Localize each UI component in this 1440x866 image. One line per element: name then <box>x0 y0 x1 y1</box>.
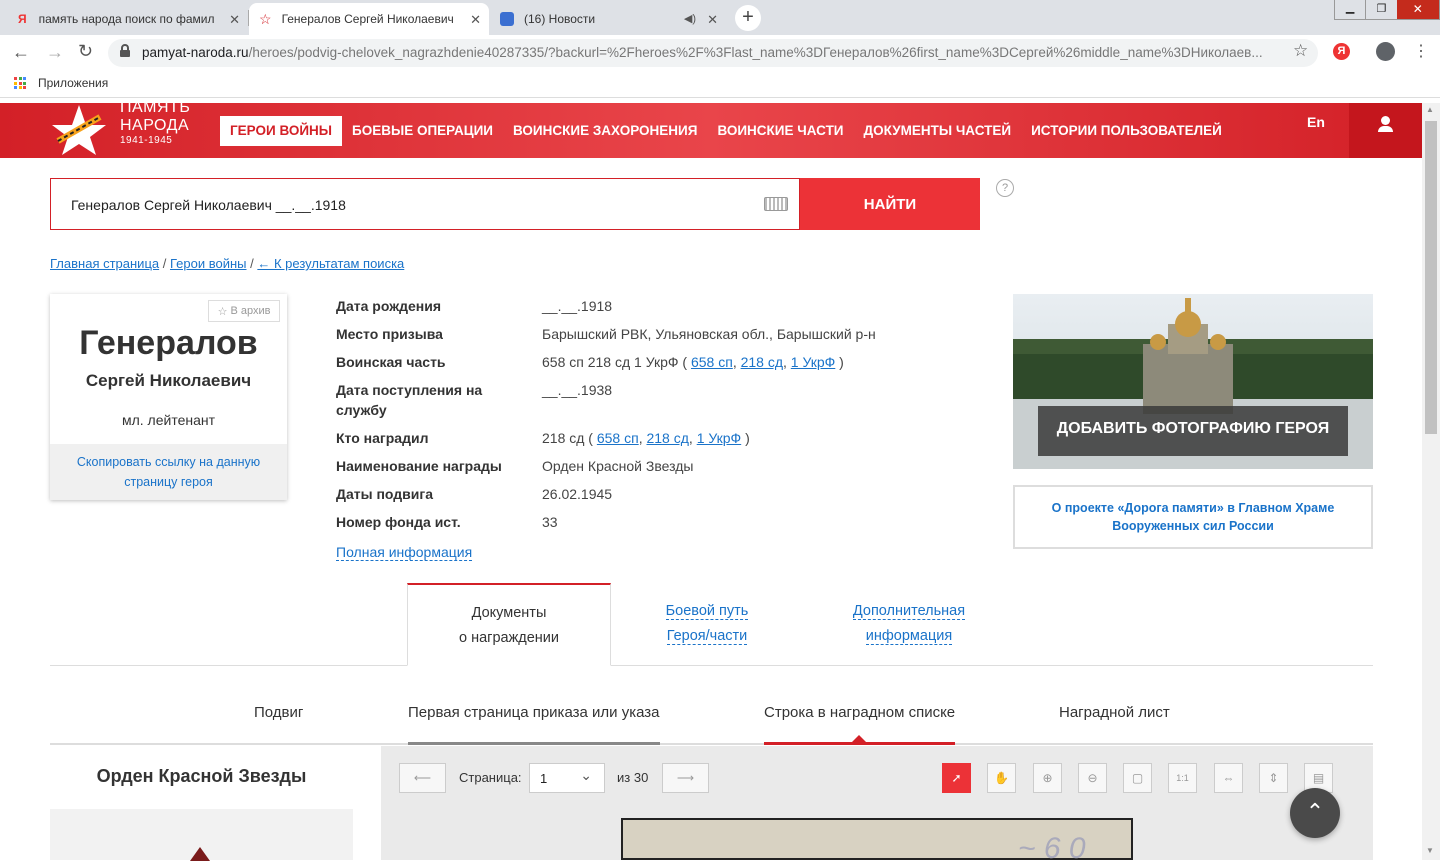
add-photo-banner[interactable]: ДОБАВИТЬ ФОТОГРАФИЮ ГЕРОЯ <box>1013 294 1373 469</box>
hand-tool-icon[interactable]: ✋ <box>987 763 1016 793</box>
bookmarks-bar <box>0 71 1440 98</box>
awarded-by-link[interactable]: 1 УкрФ <box>697 430 742 446</box>
hero-card: ☆ В архив Генералов Сергей Николаевич мл.… <box>50 294 287 500</box>
subtab-award-sheet[interactable]: Наградной лист <box>1059 704 1170 721</box>
page-scrollbar[interactable]: ▲ ▼ <box>1422 103 1440 860</box>
url-text[interactable]: pamyat-naroda.ru/heroes/podvig-chelovek_… <box>142 45 1282 60</box>
copy-link[interactable]: Скопировать ссылку на данную страницу ге… <box>77 455 260 489</box>
window-controls: ▁ ❐ ✕ <box>1334 0 1440 20</box>
close-window-button[interactable]: ✕ <box>1396 0 1439 19</box>
awarded-by-link[interactable]: 218 сд <box>646 430 688 446</box>
nav-operations[interactable]: БОЕВЫЕ ОПЕРАЦИИ <box>342 116 503 146</box>
star-favicon-icon: ☆ <box>259 10 272 27</box>
tab-award-docs[interactable]: Документы о награждении <box>407 583 611 666</box>
nav-burials[interactable]: ВОИНСКИЕ ЗАХОРОНЕНИЯ <box>503 116 707 146</box>
fit-height-icon[interactable]: ⇕ <box>1259 763 1288 793</box>
cathedral-image <box>1013 294 1373 469</box>
profile-icon[interactable] <box>1376 42 1395 61</box>
next-page-button[interactable]: ⟶ <box>662 763 709 793</box>
new-tab-button[interactable]: + <box>735 5 761 31</box>
hero-first-middle-name: Сергей Николаевич <box>85 371 252 390</box>
bookmark-star-icon[interactable]: ☆ <box>1293 41 1308 61</box>
site-logo-text[interactable]: ПАМЯТЬ НАРОДА 1941-1945 <box>120 99 190 147</box>
tab-combat-path[interactable]: Боевой путь Героя/части <box>611 583 803 666</box>
document-scan[interactable]: ~ 6 0 <box>621 818 1133 865</box>
chevron-down-icon: ⌄ <box>580 767 592 783</box>
unit-link[interactable]: 218 сд <box>741 354 783 370</box>
actual-size-icon[interactable]: 1:1 <box>1168 763 1197 793</box>
browser-tab[interactable]: Я память народа поиск по фамил ✕ <box>8 3 248 35</box>
nav-unit-docs[interactable]: ДОКУМЕНТЫ ЧАСТЕЙ <box>854 116 1022 146</box>
red-star-icon <box>190 847 210 861</box>
zoom-out-icon[interactable]: ⊖ <box>1078 763 1107 793</box>
copy-link-area: Скопировать ссылку на данную страницу ге… <box>50 444 287 500</box>
back-to-results-link[interactable]: ← К результатам поиска <box>257 256 404 271</box>
archive-button[interactable]: ☆ В архив <box>208 300 280 322</box>
yandex-icon: Я <box>18 12 27 26</box>
maximize-button[interactable]: ❐ <box>1365 0 1396 19</box>
search-input[interactable]: Генералов Сергей Николаевич __.__.1918 <box>50 178 800 230</box>
yandex-extension-icon[interactable]: Я <box>1333 43 1350 60</box>
back-icon[interactable]: ← <box>12 42 30 63</box>
help-icon[interactable]: ? <box>996 179 1014 197</box>
scroll-to-top-button[interactable]: ⌃ <box>1290 788 1340 838</box>
apps-icon[interactable] <box>14 77 26 89</box>
lock-icon[interactable] <box>120 44 130 57</box>
site-logo-star-icon[interactable] <box>50 103 108 155</box>
close-tab-icon[interactable]: ✕ <box>470 12 481 28</box>
subtab-award-list-line[interactable]: Строка в наградном списке <box>764 704 955 721</box>
zoom-in-icon[interactable]: ⊕ <box>1033 763 1062 793</box>
award-title: Орден Красной Звезды <box>96 766 307 786</box>
prev-page-button[interactable]: ⟵ <box>399 763 446 793</box>
unit-link[interactable]: 1 УкрФ <box>791 354 836 370</box>
news-favicon-icon <box>500 12 514 26</box>
subtab-feat[interactable]: Подвиг <box>254 704 303 721</box>
star-icon: ☆ <box>217 305 228 318</box>
page-label: Страница: <box>459 770 522 785</box>
minimize-button[interactable]: ▁ <box>1335 0 1365 19</box>
fit-page-icon[interactable]: ▢ <box>1123 763 1152 793</box>
lang-switch[interactable]: En <box>1307 114 1325 130</box>
close-tab-icon[interactable]: ✕ <box>707 12 718 28</box>
nav-heroes[interactable]: ГЕРОИ ВОЙНЫ <box>220 115 343 146</box>
browser-tab[interactable]: (16) Новости ◀) ✕ <box>490 3 726 35</box>
full-info-link[interactable]: Полная информация <box>336 544 473 561</box>
hero-rank: мл. лейтенант <box>121 412 216 428</box>
menu-icon[interactable]: ⋮ <box>1413 41 1429 61</box>
award-image <box>50 809 353 861</box>
unit-link[interactable]: 658 сп <box>691 354 733 370</box>
nav-units[interactable]: ВОИНСКИЕ ЧАСТИ <box>707 116 853 146</box>
breadcrumb-home[interactable]: Главная страница <box>50 256 159 271</box>
awarded-by-link[interactable]: 658 сп <box>597 430 639 446</box>
hero-last-name: Генералов <box>79 324 258 362</box>
reload-icon[interactable]: ↻ <box>78 41 93 62</box>
forward-icon[interactable]: → <box>46 42 64 63</box>
page-count: из 30 <box>617 770 649 785</box>
scrollbar-thumb[interactable] <box>1425 121 1437 434</box>
audio-icon[interactable]: ◀) <box>684 12 696 25</box>
user-account-button[interactable] <box>1349 103 1422 158</box>
keyboard-icon[interactable] <box>764 197 788 211</box>
page-select[interactable]: 1 ⌄ <box>529 763 605 793</box>
nav-user-stories[interactable]: ИСТОРИИ ПОЛЬЗОВАТЕЛЕЙ <box>1021 116 1232 146</box>
breadcrumb-heroes[interactable]: Герои войны <box>170 256 247 271</box>
close-tab-icon[interactable]: ✕ <box>229 12 240 28</box>
search-button[interactable]: НАЙТИ <box>800 178 980 230</box>
site-header: ПАМЯТЬ НАРОДА 1941-1945 ГЕРОИ ВОЙНЫ БОЕВ… <box>0 99 1422 158</box>
add-photo-label: ДОБАВИТЬ ФОТОГРАФИЮ ГЕРОЯ <box>1056 420 1330 437</box>
user-icon <box>1381 116 1390 125</box>
apps-link[interactable]: Приложения <box>38 76 108 90</box>
search-value: Генералов Сергей Николаевич __.__.1918 <box>71 197 346 213</box>
project-link[interactable]: О проекте «Дорога памяти» в Главном Храм… <box>1013 485 1373 549</box>
fit-width-icon[interactable]: ⇔ <box>1214 763 1243 793</box>
subtab-order-first-page[interactable]: Первая страница приказа или указа <box>408 704 659 721</box>
pointer-tool-icon[interactable]: ➚ <box>942 763 971 793</box>
main-nav: ГЕРОИ ВОЙНЫ БОЕВЫЕ ОПЕРАЦИИ ВОИНСКИЕ ЗАХ… <box>220 103 1232 158</box>
browser-tab-active[interactable]: ☆ Генералов Сергей Николаевич ✕ <box>249 3 489 35</box>
tab-additional-info[interactable]: Дополнительная информация <box>813 583 1005 666</box>
breadcrumb: Главная страница / Герои войны / ← К рез… <box>50 256 405 271</box>
